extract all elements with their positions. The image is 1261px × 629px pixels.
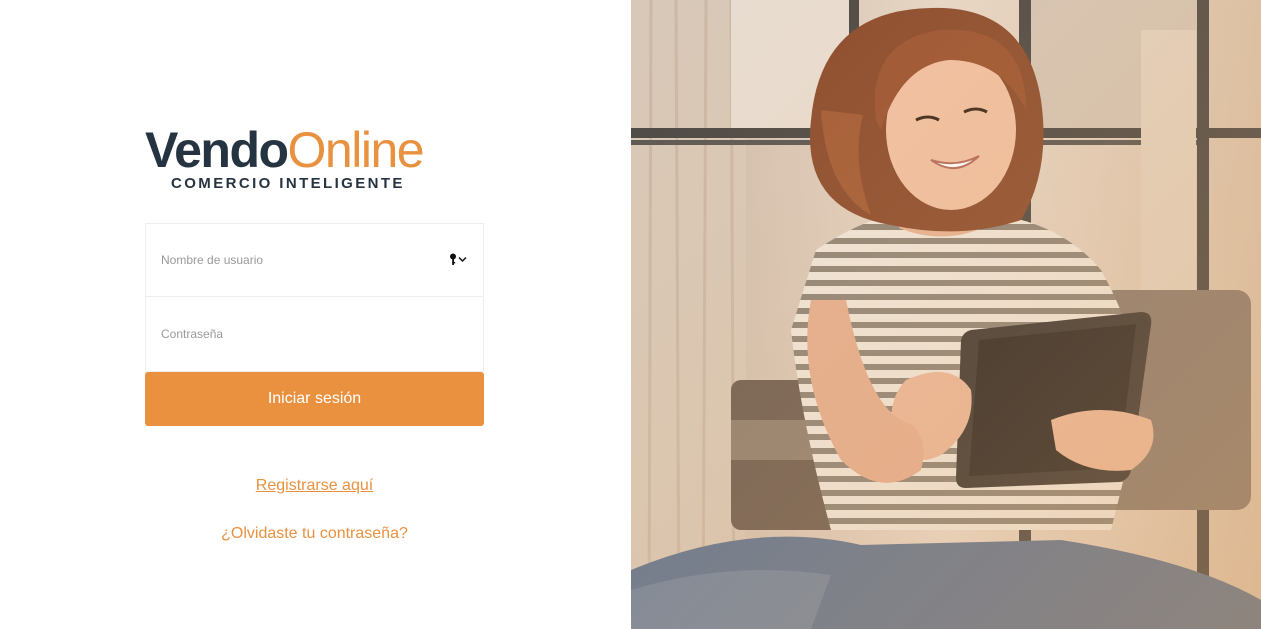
password-field-wrapper	[145, 297, 484, 372]
hero-image	[631, 0, 1261, 629]
username-input[interactable]	[146, 224, 483, 296]
forgot-password-link[interactable]: ¿Olvidaste tu contraseña?	[145, 525, 484, 543]
login-form: Iniciar sesión	[145, 223, 484, 426]
login-button[interactable]: Iniciar sesión	[145, 372, 484, 426]
brand-logo: VendoOnline COMERCIO INTELIGENTE	[145, 120, 485, 200]
key-icon	[450, 253, 456, 265]
login-panel: VendoOnline COMERCIO INTELIGENTE Nombre …	[0, 0, 631, 629]
woman-with-tablet-photo	[631, 0, 1261, 629]
register-link[interactable]: Registrarse aquí	[145, 477, 484, 495]
logo-part-vendo: Vendo	[145, 122, 289, 178]
login-page: VendoOnline COMERCIO INTELIGENTE Nombre …	[0, 0, 1261, 629]
logo-wordmark: VendoOnline	[145, 120, 425, 180]
logo-tagline: COMERCIO INTELIGENTE	[171, 175, 405, 192]
password-input[interactable]	[146, 297, 483, 371]
password-manager-button[interactable]	[449, 253, 467, 266]
username-field-wrapper	[145, 223, 484, 297]
chevron-down-icon	[458, 256, 467, 263]
logo-part-online: Online	[287, 122, 425, 178]
